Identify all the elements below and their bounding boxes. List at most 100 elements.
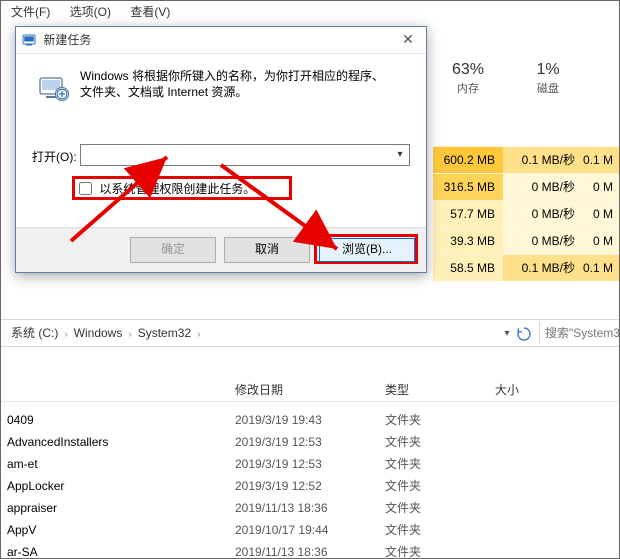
cell-memory: 600.2 MB (433, 146, 503, 173)
cell-disk: 0 MB/秒 (503, 200, 583, 227)
chevron-down-icon: ▾ (504, 328, 509, 339)
file-size (489, 409, 599, 431)
search-input[interactable]: 搜索"System32 (539, 322, 620, 344)
col-name[interactable] (1, 379, 229, 401)
file-date: 2019/3/19 12:52 (229, 475, 379, 497)
run-titlebar[interactable]: 新建任务 ✕ (16, 27, 426, 54)
list-item[interactable]: ar-SA2019/11/13 18:36文件夹 (1, 541, 620, 559)
list-item[interactable]: appraiser2019/11/13 18:36文件夹 (1, 497, 620, 519)
explorer-addressbar: 系统 (C:)›Windows›System32› ▾ 搜索"System32 (1, 319, 620, 347)
header-memory[interactable]: 63% 内存 (433, 61, 503, 101)
cell-extra: 0.1 M (583, 146, 620, 173)
file-type: 文件夹 (379, 431, 489, 453)
menu-options[interactable]: 选项(O) (62, 3, 119, 20)
browse-button-highlight: 浏览(B)... (314, 234, 418, 264)
col-date[interactable]: 修改日期 (229, 379, 379, 401)
file-date: 2019/10/17 19:44 (229, 519, 379, 541)
file-size (489, 497, 599, 519)
cell-disk: 0.1 MB/秒 (503, 254, 583, 281)
list-item[interactable]: AppV2019/10/17 19:44文件夹 (1, 519, 620, 541)
ok-button[interactable]: 确定 (130, 237, 216, 263)
file-type: 文件夹 (379, 519, 489, 541)
cell-extra: 0.1 M (583, 254, 620, 281)
file-type: 文件夹 (379, 453, 489, 475)
disk-label: 磁盘 (513, 80, 583, 96)
header-disk[interactable]: 1% 磁盘 (513, 61, 583, 101)
run-title-text: 新建任务 (43, 33, 91, 47)
file-type: 文件夹 (379, 409, 489, 431)
memory-percent: 63% (433, 61, 503, 79)
run-open-input[interactable] (80, 144, 410, 166)
run-footer: 确定 取消 浏览(B)... (16, 227, 426, 272)
run-input-dropdown[interactable]: ▾ (392, 145, 408, 165)
cell-disk: 0 MB/秒 (503, 173, 583, 200)
file-name: AppV (1, 519, 229, 541)
run-open-label: 打开(O): (32, 148, 77, 165)
cell-extra: 0 M (583, 173, 620, 200)
cell-extra: 0 M (583, 200, 620, 227)
run-titlebar-icon (22, 30, 36, 44)
file-type: 文件夹 (379, 541, 489, 559)
run-description: Windows 将根据你所键入的名称，为你打开相应的程序、 文件夹、文档或 In… (80, 68, 410, 100)
file-date: 2019/11/13 18:36 (229, 541, 379, 559)
address-dropdown[interactable]: ▾ (499, 325, 515, 343)
cell-extra: 0 M (583, 227, 620, 254)
task-manager-header: 63% 内存 1% 磁盘 (433, 61, 620, 101)
list-item[interactable]: AppLocker2019/3/19 12:52文件夹 (1, 475, 620, 497)
close-button[interactable]: ✕ (394, 30, 422, 50)
cell-memory: 57.7 MB (433, 200, 503, 227)
breadcrumb-segment[interactable]: System32 (134, 320, 195, 346)
run-icon (38, 72, 70, 104)
file-name: am-et (1, 453, 229, 475)
file-size (489, 541, 599, 559)
disk-percent: 1% (513, 61, 583, 79)
explorer-columns: 修改日期 类型 大小 (1, 379, 620, 402)
file-name: AppLocker (1, 475, 229, 497)
menu-view[interactable]: 查看(V) (122, 3, 178, 20)
list-item[interactable]: AdvancedInstallers2019/3/19 12:53文件夹 (1, 431, 620, 453)
breadcrumb[interactable]: 系统 (C:)›Windows›System32› (7, 320, 202, 346)
file-size (489, 475, 599, 497)
file-date: 2019/3/19 12:53 (229, 431, 379, 453)
cell-disk: 0 MB/秒 (503, 227, 583, 254)
run-admin-checkbox[interactable] (79, 182, 92, 195)
file-name: 0409 (1, 409, 229, 431)
col-size[interactable]: 大小 (489, 379, 599, 401)
breadcrumb-segment[interactable]: 系统 (C:) (7, 320, 62, 346)
file-size (489, 453, 599, 475)
explorer-window: 系统 (C:)›Windows›System32› ▾ 搜索"System32 … (1, 319, 620, 559)
breadcrumb-segment[interactable]: Windows (70, 320, 127, 346)
file-type: 文件夹 (379, 475, 489, 497)
file-name: AdvancedInstallers (1, 431, 229, 453)
run-dialog: 新建任务 ✕ Windows 将根据你所键入的名称，为你打开相应的程序、 文件夹… (15, 26, 427, 273)
run-description-line1: Windows 将根据你所键入的名称，为你打开相应的程序、 (80, 68, 410, 84)
chevron-right-icon: › (62, 322, 69, 348)
file-type: 文件夹 (379, 497, 489, 519)
file-size (489, 519, 599, 541)
refresh-button[interactable] (515, 325, 533, 343)
cell-memory: 39.3 MB (433, 227, 503, 254)
chevron-down-icon: ▾ (397, 149, 402, 160)
cell-disk: 0.1 MB/秒 (503, 146, 583, 173)
cell-memory: 58.5 MB (433, 254, 503, 281)
menu-file[interactable]: 文件(F) (3, 3, 58, 20)
file-date: 2019/11/13 18:36 (229, 497, 379, 519)
file-date: 2019/3/19 12:53 (229, 453, 379, 475)
chevron-right-icon: › (126, 322, 133, 348)
list-item[interactable]: am-et2019/3/19 12:53文件夹 (1, 453, 620, 475)
col-type[interactable]: 类型 (379, 379, 489, 401)
admin-checkbox-highlight: 以系统管理权限创建此任务。 (72, 176, 292, 200)
file-size (489, 431, 599, 453)
list-item[interactable]: 04092019/3/19 19:43文件夹 (1, 409, 620, 431)
run-admin-label[interactable]: 以系统管理权限创建此任务。 (99, 182, 255, 196)
run-description-line2: 文件夹、文档或 Internet 资源。 (80, 84, 410, 100)
search-placeholder: 搜索"System32 (545, 326, 620, 340)
cell-memory: 316.5 MB (433, 173, 503, 200)
close-icon: ✕ (402, 31, 414, 47)
chevron-right-icon: › (195, 322, 202, 348)
file-date: 2019/3/19 19:43 (229, 409, 379, 431)
file-name: ar-SA (1, 541, 229, 559)
browse-button[interactable]: 浏览(B)... (319, 238, 415, 262)
task-manager-menubar: 文件(F) 选项(O) 查看(V) (1, 1, 620, 21)
cancel-button[interactable]: 取消 (224, 237, 310, 263)
